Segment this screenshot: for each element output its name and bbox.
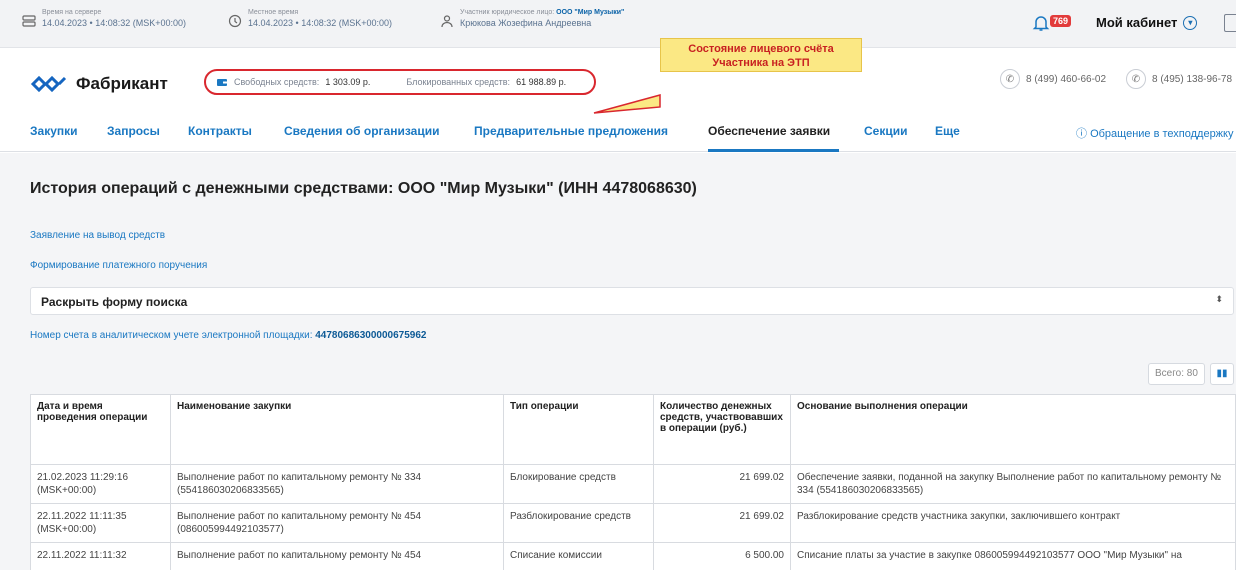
col-header-operation-type[interactable]: Тип операции	[503, 394, 654, 465]
main-content: История операций с денежными средствами:…	[0, 153, 1236, 570]
nav-item-contracts[interactable]: Контракты	[188, 124, 252, 138]
nav-item-application-security[interactable]: Обеспечение заявки	[708, 124, 830, 138]
updown-arrow-icon: ⬍	[1215, 294, 1223, 304]
participant-line: Участник юридическое лицо: ООО "Мир Музы…	[460, 8, 624, 17]
free-funds-value: 1 303.09 р.	[325, 77, 371, 87]
col-header-date[interactable]: Дата и время проведения операции	[30, 394, 171, 465]
cell-purchase: Выполнение работ по капитальному ремонту…	[170, 542, 504, 570]
account-number-line: Номер счета в аналитическом учете электр…	[30, 330, 426, 341]
account-number-label: Номер счета в аналитическом учете электр…	[30, 330, 313, 341]
server-time-value: 14.04.2023 • 14:08:32 (MSK+00:00)	[42, 18, 187, 28]
blocked-funds-value: 61 988.89 р.	[516, 77, 567, 87]
phone-1-number: 8 (499) 460-66-02	[1026, 73, 1107, 85]
nav-item-more[interactable]: Еще	[935, 124, 960, 138]
logout-icon[interactable]	[1224, 14, 1236, 32]
my-cabinet-menu[interactable]: Мой кабинет ▾	[1096, 15, 1198, 30]
callout-line-1: Состояние лицевого счёта	[688, 43, 834, 55]
logo-mark-icon	[30, 75, 67, 93]
local-time-value: 14.04.2023 • 14:08:32 (MSK+00:00)	[248, 18, 393, 28]
local-time-label: Местное время	[248, 9, 299, 16]
callout-line-2: Участника на ЭТП	[712, 57, 810, 69]
cell-date: 21.02.2023 11:29:16 (MSK+00:00)	[30, 464, 171, 504]
cell-amount: 21 699.02	[653, 464, 791, 504]
main-nav: Закупки Запросы Контракты Сведения об ор…	[0, 112, 1236, 152]
table-row: 22.11.2022 11:11:35 (MSK+00:00) Выполнен…	[30, 503, 1236, 543]
participant-info[interactable]: Участник юридическое лицо: ООО "Мир Музы…	[440, 8, 624, 29]
table-row: 21.02.2023 11:29:16 (MSK+00:00) Выполнен…	[30, 464, 1236, 504]
cell-amount: 21 699.02	[653, 503, 791, 543]
participant-org: ООО "Мир Музыки"	[556, 9, 625, 16]
notifications-badge[interactable]: 769	[1050, 15, 1072, 27]
support-label: Обращение в техподдержку	[1090, 128, 1234, 140]
cell-operation-type: Блокирование средств	[503, 464, 654, 504]
server-time: Время на сервере 14.04.2023 • 14:08:32 (…	[22, 8, 186, 29]
nav-item-organization[interactable]: Сведения об организации	[284, 124, 439, 138]
search-form-toggle[interactable]: Раскрыть форму поиска ⬍	[30, 287, 1234, 315]
help-icon: ⓘ	[1076, 128, 1087, 140]
table-row: 22.11.2022 11:11:32 Выполнение работ по …	[30, 542, 1236, 570]
withdraw-request-link[interactable]: Заявление на вывод средств	[30, 230, 165, 241]
chart-icon[interactable]: ▮▮	[1210, 363, 1234, 385]
payment-order-link[interactable]: Формирование платежного поручения	[30, 260, 207, 271]
phone-1[interactable]: ✆ 8 (499) 460-66-02	[1000, 69, 1106, 89]
participant-label: Участник юридическое лицо:	[460, 9, 555, 16]
my-cabinet-label: Мой кабинет	[1096, 15, 1178, 30]
search-form-label: Раскрыть форму поиска	[41, 295, 188, 309]
cell-basis: Разблокирование средств участника закупк…	[790, 503, 1236, 543]
free-funds-label: Свободных средств:	[234, 77, 320, 87]
phone-2-number: 8 (495) 138-96-78	[1152, 73, 1233, 85]
clock-icon	[228, 14, 242, 28]
nav-item-purchases[interactable]: Закупки	[30, 124, 78, 138]
cell-basis: Списание платы за участие в закупке 0860…	[790, 542, 1236, 570]
header: Фабрикант Свободных средств: 1 303.09 р.…	[0, 38, 1236, 114]
cell-purchase: Выполнение работ по капитальному ремонту…	[170, 503, 504, 543]
top-bar: Время на сервере 14.04.2023 • 14:08:32 (…	[0, 0, 1236, 48]
support-link[interactable]: ⓘ Обращение в техподдержку	[1076, 125, 1233, 141]
cell-operation-type: Списание комиссии	[503, 542, 654, 570]
col-header-amount[interactable]: Количество денежных средств, участвовавш…	[653, 394, 791, 465]
nav-item-requests[interactable]: Запросы	[107, 124, 160, 138]
cell-operation-type: Разблокирование средств	[503, 503, 654, 543]
page-title: История операций с денежными средствами:…	[30, 180, 697, 197]
nav-item-sections[interactable]: Секции	[864, 124, 907, 138]
cell-date: 22.11.2022 11:11:32	[30, 542, 171, 570]
col-header-purchase[interactable]: Наименование закупки	[170, 394, 504, 465]
blocked-funds-label: Блокированных средств:	[406, 77, 511, 87]
chevron-down-icon: ▾	[1183, 15, 1198, 30]
account-balance: Свободных средств: 1 303.09 р. Блокирова…	[204, 69, 596, 95]
wallet-icon	[217, 79, 227, 86]
user-icon	[441, 15, 453, 28]
table-header-row: Дата и время проведения операции Наимено…	[30, 394, 1236, 465]
phone-2[interactable]: ✆ 8 (495) 138-96-78	[1126, 69, 1232, 89]
cell-basis: Обеспечение заявки, поданной на закупку …	[790, 464, 1236, 504]
col-header-basis[interactable]: Основание выполнения операции	[790, 394, 1236, 465]
cell-date: 22.11.2022 11:11:35 (MSK+00:00)	[30, 503, 171, 543]
account-status-callout: Состояние лицевого счёта Участника на ЭТ…	[660, 38, 862, 72]
operations-table: Дата и время проведения операции Наимено…	[30, 394, 1236, 570]
total-count: Всего: 80	[1148, 363, 1205, 385]
server-time-label: Время на сервере	[42, 9, 102, 16]
account-number: 44780686300000675962	[315, 330, 427, 341]
participant-name: Крюкова Жозефина Андреевна	[460, 18, 592, 28]
phone-icon: ✆	[1126, 69, 1146, 89]
nav-item-preliminary-offers[interactable]: Предварительные предложения	[474, 124, 668, 138]
active-tab-indicator	[708, 149, 839, 152]
local-time: Местное время 14.04.2023 • 14:08:32 (MSK…	[228, 8, 392, 29]
cell-amount: 6 500.00	[653, 542, 791, 570]
logo[interactable]: Фабрикант	[30, 74, 168, 94]
server-icon	[22, 15, 36, 27]
cell-purchase: Выполнение работ по капитальному ремонту…	[170, 464, 504, 504]
bell-icon[interactable]	[1032, 14, 1050, 32]
phone-icon: ✆	[1000, 69, 1020, 89]
logo-text: Фабрикант	[76, 74, 168, 93]
